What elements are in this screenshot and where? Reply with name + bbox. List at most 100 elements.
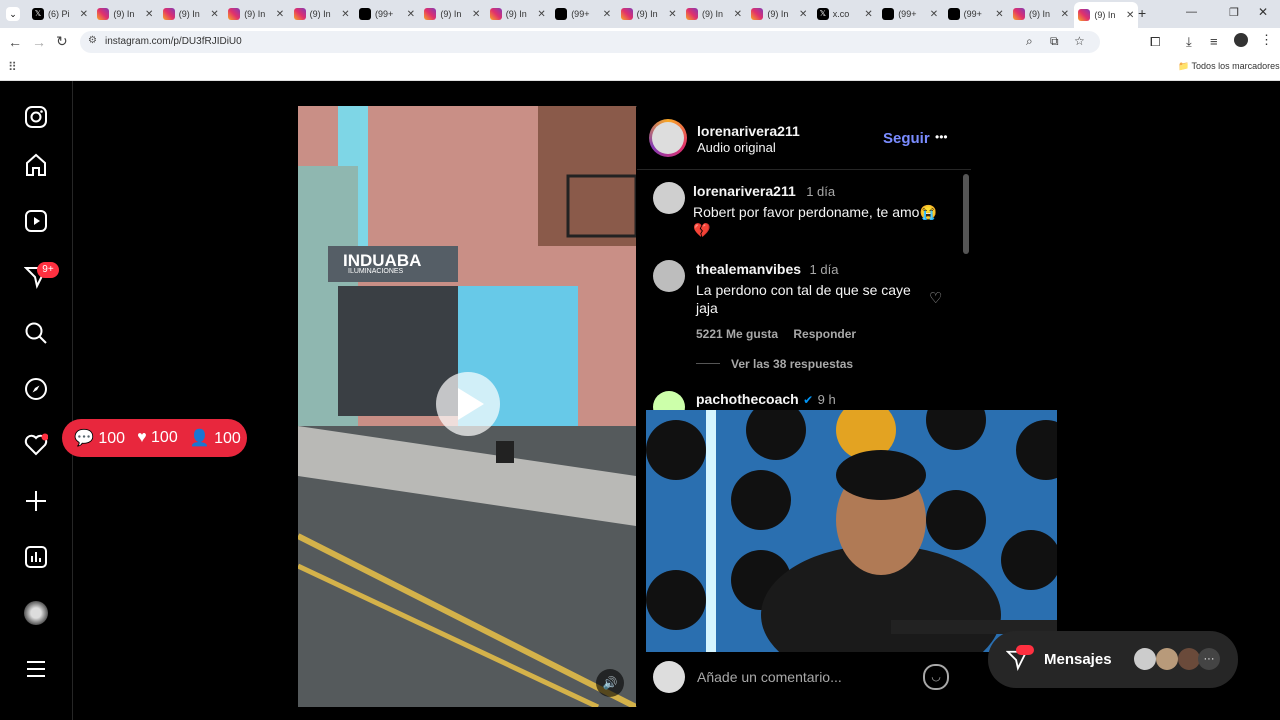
caption-time[interactable]: 1 día bbox=[806, 184, 835, 199]
header-divider bbox=[637, 169, 971, 170]
browser-tab[interactable]: (99+ ✕ bbox=[551, 4, 615, 24]
audio-label[interactable]: Audio original bbox=[697, 140, 776, 155]
instagram-favicon-icon bbox=[228, 8, 241, 20]
menu-icon[interactable]: ⋮ bbox=[1260, 32, 1273, 48]
forward-icon[interactable]: → bbox=[32, 34, 46, 50]
browser-tab[interactable]: (9) In ✕ bbox=[159, 4, 223, 24]
browser-tab[interactable]: 𝕏 (6) Pi ✕ bbox=[28, 4, 92, 24]
notifications-heart-icon[interactable] bbox=[24, 433, 48, 457]
tab-close-icon[interactable]: ✕ bbox=[1126, 10, 1134, 21]
apps-icon[interactable]: ⠿ bbox=[8, 60, 17, 74]
comment-time[interactable]: 1 día bbox=[810, 262, 839, 277]
browser-tab[interactable]: (9) In ✕ bbox=[682, 4, 746, 24]
tab-close-icon[interactable]: ✕ bbox=[864, 9, 872, 20]
mute-button[interactable]: 🔊 bbox=[596, 669, 624, 697]
instagram-favicon-icon bbox=[620, 8, 633, 20]
tab-close-icon[interactable]: ✕ bbox=[668, 9, 676, 20]
browser-tab[interactable]: (9) In ✕ bbox=[617, 4, 681, 24]
back-icon[interactable]: ← bbox=[8, 34, 22, 50]
tab-close-icon[interactable]: ✕ bbox=[472, 9, 480, 20]
messages-dock[interactable]: Mensajes ··· bbox=[988, 631, 1238, 688]
emoji-icon[interactable]: ◡ bbox=[923, 664, 949, 690]
video-sign-subtext: ILUMINACIONES bbox=[348, 268, 404, 275]
search-icon[interactable] bbox=[24, 321, 48, 345]
all-bookmarks-button[interactable]: 📁 Todos los marcadores bbox=[1178, 61, 1280, 72]
tab-title: (99+ bbox=[571, 9, 590, 19]
caption-avatar[interactable] bbox=[653, 182, 685, 214]
tab-close-icon[interactable]: ✕ bbox=[995, 9, 1003, 20]
download-icon[interactable]: ⤓ bbox=[1186, 34, 1192, 50]
comment-time[interactable]: 9 h bbox=[818, 392, 836, 407]
browser-tab[interactable]: (9) In ✕ bbox=[1074, 2, 1139, 28]
reply-button[interactable]: Responder bbox=[793, 327, 856, 341]
instagram-logo-icon[interactable] bbox=[24, 105, 48, 129]
new-tab-button[interactable]: + bbox=[1138, 5, 1146, 21]
create-icon[interactable] bbox=[24, 489, 48, 513]
close-window-button[interactable]: ✕ bbox=[1258, 5, 1268, 19]
comment-count: 💬 100 bbox=[74, 430, 126, 447]
profile-icon[interactable] bbox=[1234, 33, 1248, 47]
bookmark-star-icon[interactable]: ☆ bbox=[1074, 34, 1085, 48]
install-icon[interactable]: ⧉ bbox=[1050, 34, 1059, 49]
browser-tab[interactable]: 𝕏x.co ✕ bbox=[813, 4, 877, 24]
extensions-icon[interactable]: ⧠ bbox=[1150, 34, 1160, 50]
tab-close-icon[interactable]: ✕ bbox=[210, 9, 218, 20]
tab-close-icon[interactable]: ✕ bbox=[930, 9, 938, 20]
dashboard-icon[interactable] bbox=[24, 545, 48, 569]
post-author[interactable]: lorenarivera211 bbox=[697, 123, 800, 139]
follow-button[interactable]: Seguir bbox=[883, 130, 930, 147]
post-video[interactable]: INDUABA ILUMINACIONES 🔊 bbox=[298, 106, 636, 707]
comment-avatar[interactable] bbox=[653, 260, 685, 292]
profile-avatar[interactable] bbox=[24, 601, 48, 625]
tab-search-button[interactable]: ⌄ bbox=[6, 7, 20, 21]
tab-close-icon[interactable]: ✕ bbox=[537, 9, 545, 20]
more-menu-icon[interactable] bbox=[24, 657, 48, 681]
browser-tab[interactable]: (9) In ✕ bbox=[486, 4, 550, 24]
media-icon[interactable]: ≡ bbox=[1210, 34, 1218, 49]
tab-close-icon[interactable]: ✕ bbox=[341, 9, 349, 20]
caption-user[interactable]: lorenarivera211 bbox=[693, 183, 796, 199]
zoom-icon[interactable]: ⌕ bbox=[1026, 34, 1033, 49]
home-icon[interactable] bbox=[24, 153, 48, 177]
tiktok-favicon-icon bbox=[359, 8, 371, 20]
view-replies-button[interactable]: Ver las 38 respuestas bbox=[731, 357, 853, 371]
browser-tab[interactable]: (9) In ✕ bbox=[420, 4, 484, 24]
tab-close-icon[interactable]: ✕ bbox=[145, 9, 153, 20]
tab-close-icon[interactable]: ✕ bbox=[603, 9, 611, 20]
comment-input[interactable]: Añade un comentario... bbox=[697, 669, 842, 685]
site-info-icon[interactable]: ⚙ bbox=[88, 35, 97, 46]
instagram-favicon-icon bbox=[489, 8, 502, 20]
comment-user[interactable]: pachothecoach bbox=[696, 391, 799, 407]
tab-close-icon[interactable]: ✕ bbox=[734, 9, 742, 20]
reels-icon[interactable] bbox=[24, 209, 48, 233]
browser-tab[interactable]: (9) In ✕ bbox=[93, 4, 157, 24]
browser-tab[interactable]: (9) In ✕ bbox=[290, 4, 354, 24]
explore-icon[interactable] bbox=[24, 377, 48, 401]
comment-likes[interactable]: 5221 Me gusta bbox=[696, 327, 778, 341]
comment-like-icon[interactable]: ♡ bbox=[929, 289, 942, 307]
caption: lorenarivera211 1 día Robert por favor p… bbox=[693, 183, 953, 239]
comment-user[interactable]: thealemanvibes bbox=[696, 261, 801, 277]
browser-tab[interactable]: (99+ ✕ bbox=[878, 4, 942, 24]
caption-emoji: 💔 bbox=[693, 222, 711, 238]
address-bar[interactable]: ⚙ instagram.com/p/DU3fRJIDiU0 ☆ ⧉ ⌕ bbox=[80, 31, 1100, 53]
tab-close-icon[interactable]: ✕ bbox=[799, 9, 807, 20]
tab-close-icon[interactable]: ✕ bbox=[1061, 9, 1069, 20]
browser-tab[interactable]: (99+ ✕ bbox=[355, 4, 419, 24]
comments-scrollbar[interactable] bbox=[963, 174, 969, 254]
author-avatar-ring[interactable] bbox=[649, 119, 687, 157]
tab-close-icon[interactable]: ✕ bbox=[80, 9, 88, 20]
tab-close-icon[interactable]: ✕ bbox=[276, 9, 284, 20]
browser-tab[interactable]: (9) In ✕ bbox=[224, 4, 288, 24]
restore-button[interactable]: ❐ bbox=[1229, 6, 1239, 19]
contact-avatar bbox=[1156, 648, 1178, 670]
browser-tab[interactable]: (9) In ✕ bbox=[747, 4, 811, 24]
more-options-button[interactable]: ••• bbox=[935, 130, 948, 144]
minimize-button[interactable]: — bbox=[1186, 6, 1197, 18]
browser-tab[interactable]: (99+ ✕ bbox=[944, 4, 1008, 24]
tab-close-icon[interactable]: ✕ bbox=[407, 9, 415, 20]
instagram-favicon-icon bbox=[97, 8, 110, 20]
browser-tab[interactable]: (9) In ✕ bbox=[1009, 4, 1073, 24]
reload-icon[interactable]: ↻ bbox=[56, 33, 68, 50]
tab-title: (9) In bbox=[1094, 10, 1116, 20]
